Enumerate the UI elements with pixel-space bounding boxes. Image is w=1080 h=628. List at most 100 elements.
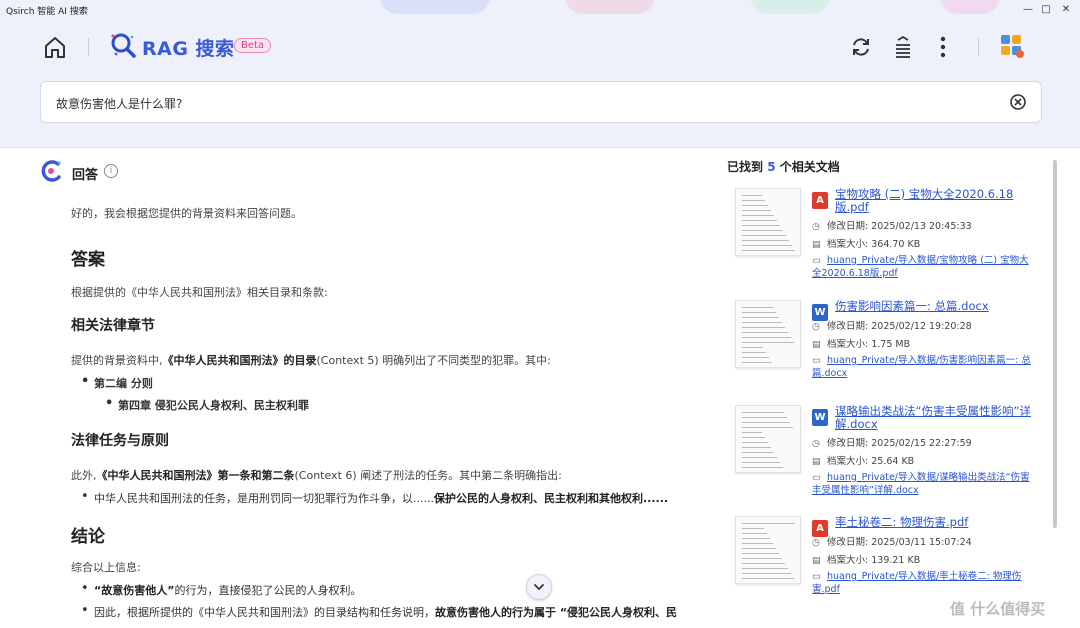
divider <box>88 38 89 56</box>
folder-icon: ▭ <box>812 255 821 266</box>
thumb-line <box>742 538 770 539</box>
thumb-line <box>742 543 773 544</box>
decor-blob <box>565 0 655 14</box>
doc-card[interactable]: W 谋略输出类战法“伤害丰受属性影响”详解.docx ◷ 修改日期: 2025/0… <box>715 405 1055 515</box>
thumb-line <box>742 240 789 241</box>
page-title: RAG 搜索 <box>142 38 235 60</box>
minimize-button[interactable]: — <box>1020 2 1036 18</box>
doc-size: ▤ 档案大小: 364.70 KB <box>812 239 921 250</box>
doc-title-link[interactable]: 伤害影响因素篇一: 总篇.docx <box>835 300 1035 313</box>
folder-icon: ▭ <box>812 472 821 483</box>
heading-principles: 法律任务与原则 <box>71 433 169 449</box>
thumb-line <box>742 317 779 318</box>
thumb-line <box>742 337 791 338</box>
list-item: “故意伤害他人”的行为，直接侵犯了公民的人身权利。 <box>81 581 361 598</box>
thumb-line <box>742 533 767 534</box>
scroll-down-button[interactable] <box>526 574 552 600</box>
thumb-line <box>742 457 777 458</box>
answer-paragraph: 此外,《中华人民共和国刑法》第一条和第二条(Context 6) 阐述了刑法的任… <box>71 469 562 482</box>
answer-intro: 好的，我会根据您提供的背景资料来回答问题。 <box>71 207 302 220</box>
decor-blob <box>750 0 830 14</box>
thumb-line <box>742 427 793 428</box>
history-icon <box>896 35 910 58</box>
refresh-button[interactable] <box>848 34 874 60</box>
clock-icon: ◷ <box>812 322 820 332</box>
thumb-line <box>742 417 787 418</box>
thumb-line <box>742 573 791 574</box>
thumb-line <box>742 220 777 221</box>
thumb-line <box>742 347 763 348</box>
thumb-line <box>742 250 795 251</box>
chevron-down-icon <box>534 584 544 591</box>
docs-heading: 已找到 5 个相关文档 <box>727 160 840 174</box>
home-button[interactable] <box>40 34 70 60</box>
file-size-icon: ▤ <box>812 556 821 566</box>
heading-chapters: 相关法律章节 <box>71 318 155 334</box>
thumb-line <box>742 352 766 353</box>
folder-icon: ▭ <box>812 355 821 366</box>
thumb-line <box>742 215 774 216</box>
avatar[interactable] <box>998 32 1026 60</box>
decor-blob <box>940 0 1000 14</box>
clear-search-button[interactable] <box>1009 93 1027 111</box>
app-title: Qsirch 智能 AI 搜索 <box>6 7 88 17</box>
doc-path-link[interactable]: ▭ huang_Private/导入数据/宝物攻略 (二) 宝物大全2020.6.… <box>812 254 1037 280</box>
doc-title-link[interactable]: 宝物攻略 (二) 宝物大全2020.6.18版.pdf <box>835 188 1035 214</box>
clock-icon: ◷ <box>812 439 820 449</box>
doc-path-link[interactable]: ▭ huang_Private/导入数据/伤害影响因素篇一: 总篇.docx <box>812 354 1037 380</box>
file-size-icon: ▤ <box>812 340 821 350</box>
answer-panel: 回答 i 好的，我会根据您提供的背景资料来回答问题。 答案 根据提供的《中华人民… <box>0 148 710 628</box>
thumb-line <box>742 563 785 564</box>
maximize-button[interactable]: □ <box>1038 2 1054 18</box>
clock-icon: ◷ <box>812 222 820 232</box>
thumb-line <box>742 322 782 323</box>
thumb-line <box>742 245 792 246</box>
thumb-line <box>742 225 780 226</box>
file-size-icon: ▤ <box>812 240 821 250</box>
doc-card[interactable]: W 伤害影响因素篇一: 总篇.docx ◷ 修改日期: 2025/02/12 19… <box>715 300 1055 410</box>
doc-path-link[interactable]: ▭ huang_Private/导入数据/谋略输出类战法“伤害丰受属性影响”详解.… <box>812 471 1037 497</box>
doc-path-link[interactable]: ▭ huang_Private/导入数据/率土秘卷二: 物理伤害.pdf <box>812 570 1037 596</box>
thumb-line <box>742 230 783 231</box>
doc-card[interactable]: A 宝物攻略 (二) 宝物大全2020.6.18版.pdf ◷ 修改日期: 202… <box>715 188 1055 298</box>
thumb-line <box>742 312 776 313</box>
thumb-line <box>742 437 765 438</box>
clock-icon: ◷ <box>812 538 820 548</box>
search-input[interactable]: 故意伤害他人是什么罪? <box>40 81 1042 123</box>
refresh-icon <box>853 38 869 56</box>
doc-modified: ◷ 修改日期: 2025/03/11 15:07:24 <box>812 537 972 548</box>
more-button[interactable] <box>930 34 956 60</box>
doc-size: ▤ 档案大小: 25.64 KB <box>812 456 915 467</box>
history-button[interactable] <box>890 34 916 60</box>
thumb-line <box>742 327 785 328</box>
thumb-line <box>742 357 769 358</box>
docs-scrollbar[interactable] <box>1053 160 1057 528</box>
doc-thumbnail[interactable] <box>735 188 801 256</box>
doc-modified: ◷ 修改日期: 2025/02/12 19:20:28 <box>812 321 972 332</box>
thumb-line <box>742 332 788 333</box>
doc-thumbnail[interactable] <box>735 516 801 584</box>
thumb-line <box>742 568 788 569</box>
doc-title-link[interactable]: 率土秘卷二: 物理伤害.pdf <box>835 516 1035 529</box>
answer-paragraph: 提供的背景资料中,《中华人民共和国刑法》的目录(Context 5) 明确列出了… <box>71 354 551 367</box>
window-title-bar: Qsirch 智能 AI 搜索 — □ ✕ <box>0 0 1080 20</box>
avatar-icon <box>1001 35 1024 58</box>
doc-thumbnail[interactable] <box>735 405 801 473</box>
doc-size: ▤ 档案大小: 139.21 KB <box>812 555 921 566</box>
thumb-line <box>742 467 783 468</box>
close-window-button[interactable]: ✕ <box>1058 2 1074 18</box>
thumb-line <box>742 422 790 423</box>
heading-answer: 答案 <box>71 250 105 270</box>
thumb-line <box>742 548 776 549</box>
related-docs-panel: 已找到 5 个相关文档 A 宝物攻略 (二) 宝物大全2020.6.18版.pd… <box>715 148 1080 628</box>
doc-thumbnail[interactable] <box>735 300 801 368</box>
thumb-line <box>742 205 768 206</box>
divider <box>978 38 979 56</box>
header: RAG 搜索 Beta 故意伤害他人是什么罪? <box>0 20 1080 148</box>
info-icon[interactable]: i <box>104 164 118 178</box>
watermark: 值 什么值得买 <box>950 600 1046 618</box>
list-item: 因此，根据所提供的《中华人民共和国刑法》的目录结构和任务说明，故意伤害他人的行为… <box>81 603 677 620</box>
heading-conclusion: 结论 <box>71 527 105 547</box>
answer-paragraph: 根据提供的《中华人民共和国刑法》相关目录和条款: <box>71 286 328 299</box>
doc-title-link[interactable]: 谋略输出类战法“伤害丰受属性影响”详解.docx <box>835 405 1035 431</box>
